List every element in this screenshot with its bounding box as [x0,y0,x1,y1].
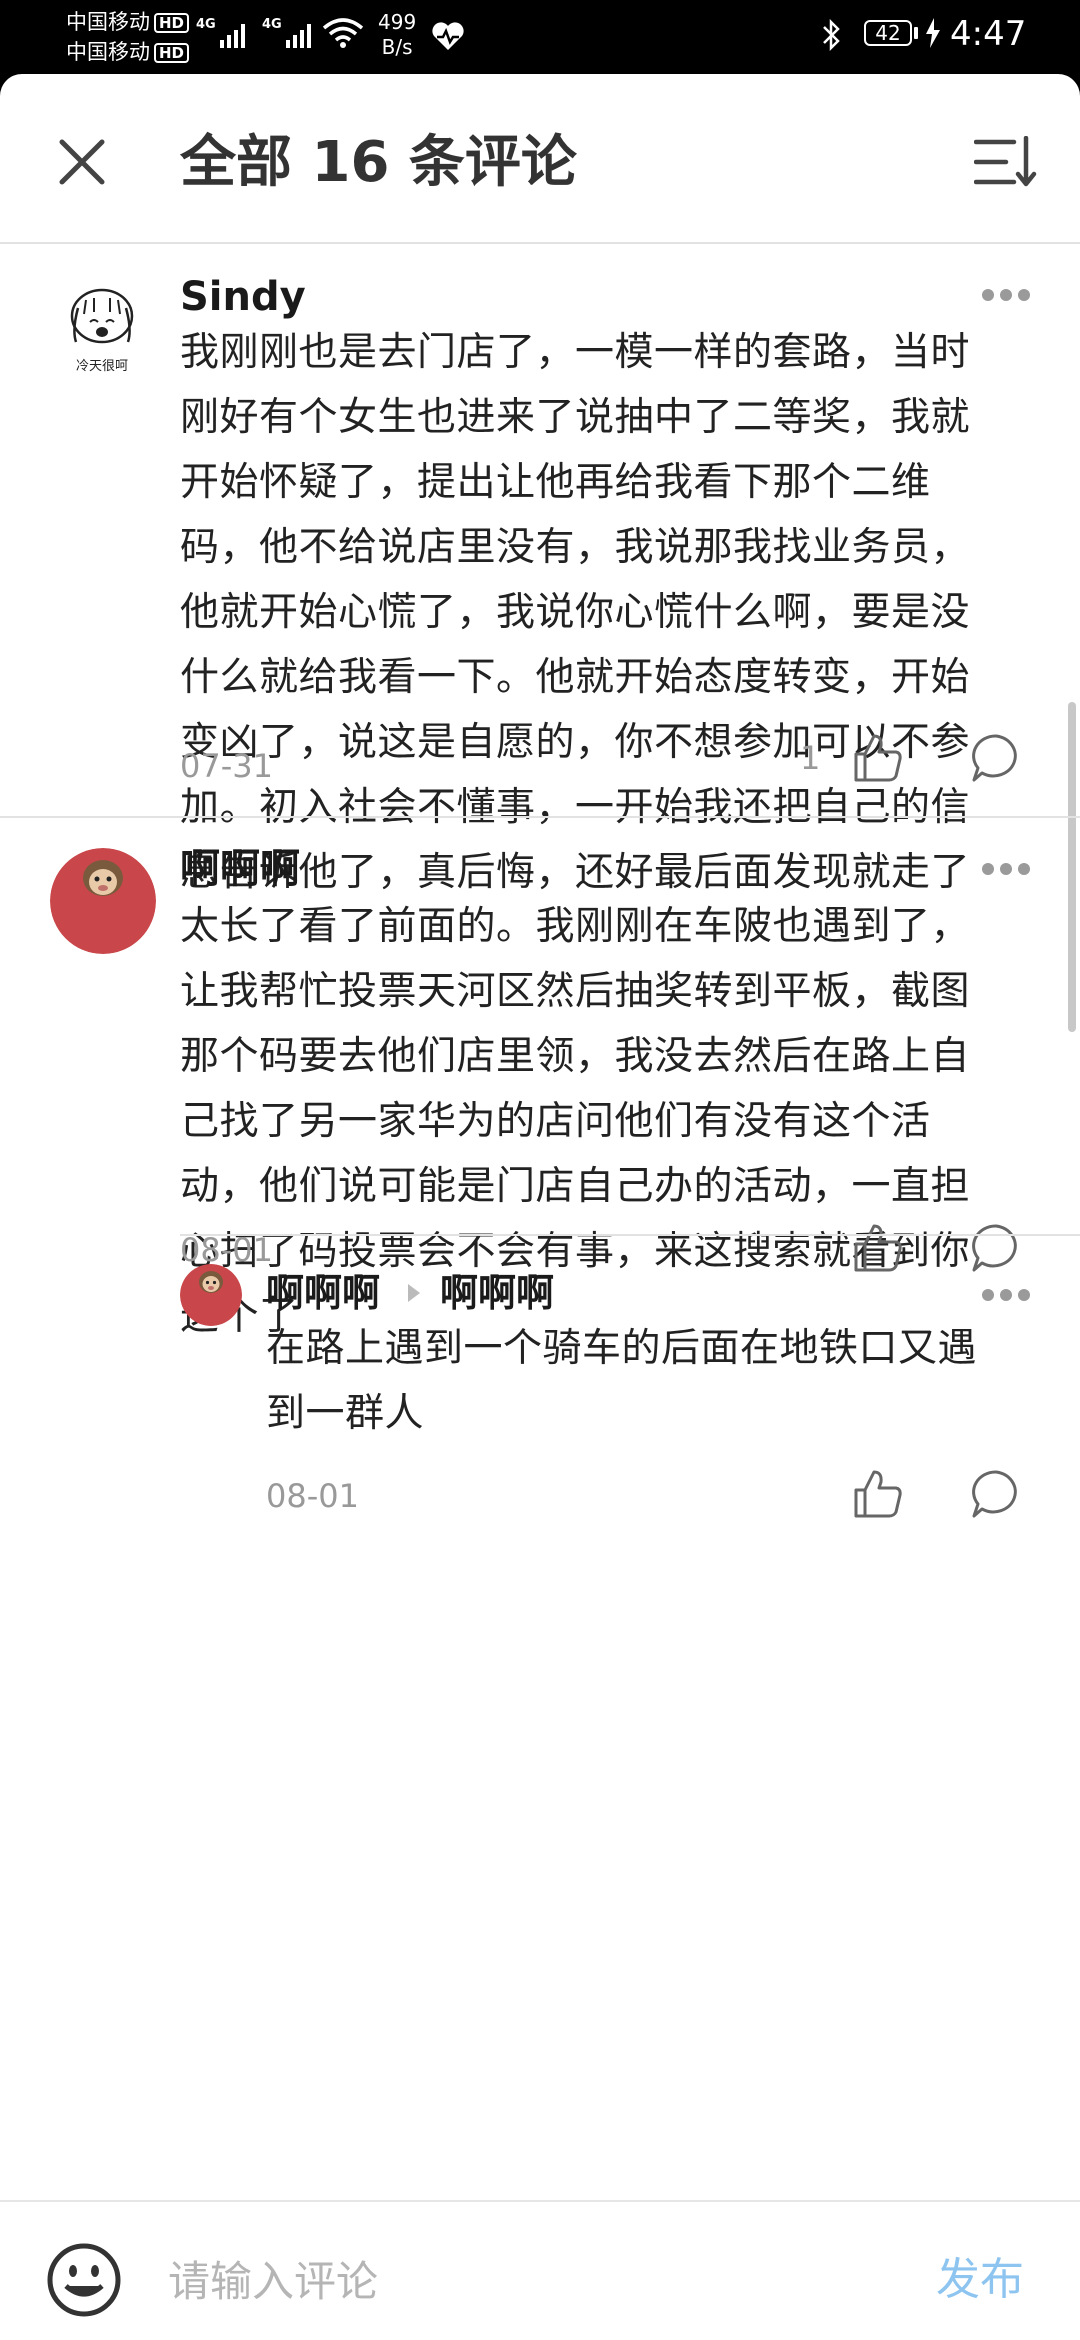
comment-item: 冷天很呵 Sindy 我刚刚也是去门店了，一模一样的套路，当时 刚好有个女生也进… [0,244,1080,895]
wifi-icon [322,18,364,48]
clock: 4:47 [950,14,1027,54]
status-bar: 中国移动 HD 中国移动 HD 4G 4G 499 B/s 42 4:47 [0,0,1080,74]
svg-text:4G: 4G [196,17,216,32]
reply-icon[interactable] [970,732,1022,784]
svg-text:4G: 4G [262,17,282,32]
reply-arrow-icon [408,1284,420,1302]
comment-input[interactable] [168,2246,888,2316]
thumbs-up-icon[interactable] [852,732,904,784]
more-options-icon[interactable] [982,286,1038,302]
avatar[interactable]: 冷天很呵 [50,278,154,382]
avatar[interactable] [50,848,156,954]
reply-body: 在路上遇到一个骑车的后面在地铁口又遇 到一群人 [266,1326,978,1436]
reply-date: 08-01 [266,1477,359,1515]
reply-item: 啊啊啊 啊啊啊 在路上遇到一个骑车的后面在地铁口又遇 到一群人 08-01 [0,1236,1080,1536]
battery-tip [914,27,918,39]
comment-author[interactable]: 啊啊啊 [180,842,300,896]
sort-icon[interactable] [974,136,1038,188]
comment-author[interactable]: Sindy [180,272,306,322]
close-icon[interactable] [54,134,110,190]
thumbs-up-icon[interactable] [852,1468,904,1520]
charging-icon [926,18,940,48]
like-count: 1 [800,739,821,777]
more-options-icon[interactable] [982,860,1038,876]
health-icon [432,22,464,50]
comment-item: 啊啊啊 太长了看了前面的。我刚刚在车陂也遇到了， 让我帮忙投票天河区然后抽奖转到… [0,818,1080,1339]
reply-icon[interactable] [970,1468,1022,1520]
page-title: 全部 16 条评论 [180,130,577,195]
bluetooth-icon [823,18,840,52]
comments-sheet: 全部 16 条评论 冷天很呵 Sindy 我刚刚也是去门店了，一模一样的套路，当… [0,74,1080,2340]
carrier-1: 中国移动 HD [66,10,190,34]
net-speed: 499 B/s [378,10,417,59]
comments-header: 全部 16 条评论 [0,74,1080,244]
comment-input-bar: 发布 [0,2200,1080,2340]
battery-indicator: 42 [864,20,912,46]
reply-author[interactable]: 啊啊啊 [266,1268,380,1318]
signal-icon: 4G [196,17,245,48]
svg-text:冷天很呵: 冷天很呵 [76,359,128,374]
emoji-icon[interactable] [46,2242,122,2318]
send-button[interactable]: 发布 [936,2252,1024,2308]
comment-date: 07-31 [180,747,273,785]
reply-target-author[interactable]: 啊啊啊 [440,1268,554,1318]
avatar[interactable] [180,1264,242,1326]
carrier-2: 中国移动 HD [66,40,190,64]
more-options-icon[interactable] [982,1286,1038,1302]
signal-icon-2: 4G [262,17,311,48]
